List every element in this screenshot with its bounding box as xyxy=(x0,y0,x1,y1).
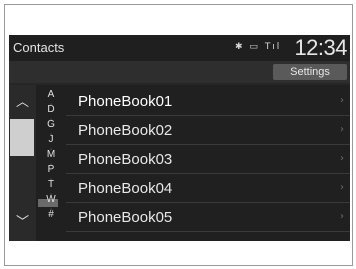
list-item-label: PhoneBook04 xyxy=(78,180,173,197)
scrollbar[interactable]: ︿ ﹀ xyxy=(9,85,36,241)
scroll-down-icon[interactable]: ﹀ xyxy=(9,211,36,230)
index-letter[interactable]: P xyxy=(38,165,64,175)
list-item-label: PhoneBook01 xyxy=(78,93,173,110)
scroll-thumb[interactable] xyxy=(10,119,34,156)
chevron-right-icon: › xyxy=(340,153,344,164)
clock: 12:34 xyxy=(294,35,347,60)
index-letter[interactable]: M xyxy=(38,150,64,160)
list-item[interactable]: PhoneBook02 › xyxy=(66,116,350,145)
list-item-label: PhoneBook03 xyxy=(78,151,173,168)
toolbar: Settings xyxy=(9,61,350,83)
index-letter[interactable]: D xyxy=(38,105,64,115)
contacts-list-area: ︿ ﹀ A · D · G · J · M · P · T · W · # PhoneBook01 › PhoneB… xyxy=(9,85,350,241)
bluetooth-icon: ✱ xyxy=(235,42,245,52)
chevron-right-icon: › xyxy=(340,95,344,106)
index-letter[interactable]: A xyxy=(38,90,64,100)
list-item[interactable]: PhoneBook04 › xyxy=(66,174,350,203)
signal-icon: Tıl xyxy=(264,42,282,52)
index-letter[interactable]: # xyxy=(38,210,64,220)
contacts-list: PhoneBook01 › PhoneBook02 › PhoneBook03 › Phon… xyxy=(66,85,350,241)
battery-icon: ▭ xyxy=(249,42,260,52)
chevron-right-icon: › xyxy=(340,182,344,193)
index-letter[interactable]: W xyxy=(38,195,64,205)
list-item[interactable]: PhoneBook01 › xyxy=(66,87,350,116)
list-item[interactable]: PhoneBook05 › xyxy=(66,203,350,232)
chevron-right-icon: › xyxy=(340,211,344,222)
index-letter[interactable]: T xyxy=(38,180,64,190)
list-item[interactable]: PhoneBook03 › xyxy=(66,145,350,174)
chevron-right-icon: › xyxy=(340,124,344,135)
status-bar: Contacts ✱ ▭ Tıl 12:34 xyxy=(9,35,350,61)
list-item-label: PhoneBook05 xyxy=(78,209,173,226)
status-icons: ✱ ▭ Tıl xyxy=(235,42,281,52)
index-letter[interactable]: J xyxy=(38,135,64,145)
alphabet-index[interactable]: A · D · G · J · M · P · T · W · # xyxy=(38,85,64,241)
index-letter[interactable]: G xyxy=(38,120,64,130)
scroll-up-icon[interactable]: ︿ xyxy=(9,91,36,110)
list-item-label: PhoneBook02 xyxy=(78,122,173,139)
contacts-screen: Contacts ✱ ▭ Tıl 12:34 Settings ︿ ﹀ A · D ·… xyxy=(9,35,350,241)
settings-button[interactable]: Settings xyxy=(273,64,347,80)
page-title: Contacts xyxy=(13,40,65,55)
